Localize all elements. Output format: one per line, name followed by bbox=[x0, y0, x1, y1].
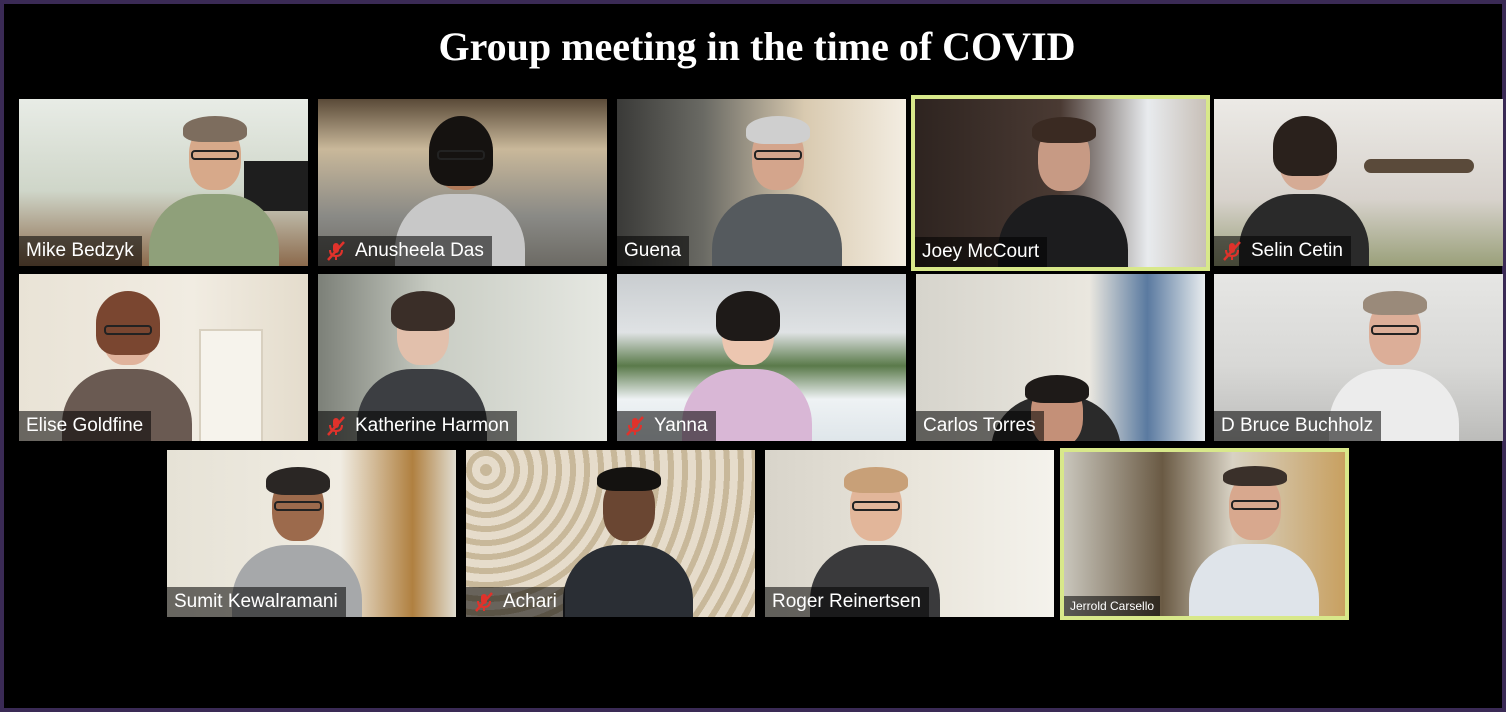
video-tile-guena[interactable]: Guena bbox=[617, 99, 906, 266]
participant-name: Anusheela Das bbox=[355, 240, 484, 261]
name-label: Elise Goldfine bbox=[19, 411, 152, 441]
name-label: Mike Bedzyk bbox=[19, 236, 142, 266]
participant-video bbox=[563, 467, 693, 617]
participant-name: Selin Cetin bbox=[1251, 240, 1343, 261]
video-tile-jerrold-carsello[interactable]: Jerrold Carsello bbox=[1060, 448, 1349, 620]
video-feed bbox=[1064, 452, 1345, 616]
name-label: Guena bbox=[617, 236, 690, 266]
muted-mic-icon bbox=[327, 241, 345, 261]
participant-video bbox=[149, 116, 279, 266]
participant-name: Mike Bedzyk bbox=[26, 240, 134, 261]
meeting-window: Group meeting in the time of COVID Mike … bbox=[0, 0, 1506, 712]
video-tile-elise-goldfine[interactable]: Elise Goldfine bbox=[19, 274, 308, 441]
name-label: Roger Reinertsen bbox=[765, 587, 929, 617]
video-tile-katherine-harmon[interactable]: Katherine Harmon bbox=[318, 274, 607, 441]
video-tile-roger-reinertsen[interactable]: Roger Reinertsen bbox=[765, 450, 1054, 617]
participant-name: Achari bbox=[503, 591, 557, 612]
name-label: D Bruce Buchholz bbox=[1214, 411, 1382, 441]
participant-video bbox=[712, 116, 842, 266]
participant-name: Roger Reinertsen bbox=[772, 591, 921, 612]
name-label: Joey McCourt bbox=[915, 237, 1048, 267]
name-label: Anusheela Das bbox=[318, 236, 492, 266]
muted-mic-icon bbox=[327, 416, 345, 436]
ceiling-fan bbox=[1364, 159, 1474, 173]
participant-name: D Bruce Buchholz bbox=[1221, 415, 1374, 436]
name-label: Selin Cetin bbox=[1214, 236, 1351, 266]
participant-name: Joey McCourt bbox=[922, 241, 1040, 262]
door bbox=[199, 329, 263, 441]
video-tile-joey-mccourt[interactable]: Joey McCourt bbox=[911, 95, 1210, 271]
name-label: Sumit Kewalramani bbox=[167, 587, 346, 617]
name-label: Katherine Harmon bbox=[318, 411, 518, 441]
video-tile-sumit-kewalramani[interactable]: Sumit Kewalramani bbox=[167, 450, 456, 617]
name-label: Achari bbox=[466, 587, 565, 617]
muted-mic-icon bbox=[626, 416, 644, 436]
meeting-title: Group meeting in the time of COVID bbox=[438, 24, 1076, 69]
participant-video bbox=[1189, 466, 1319, 616]
participant-name: Sumit Kewalramani bbox=[174, 591, 338, 612]
participant-name: Katherine Harmon bbox=[355, 415, 510, 436]
participant-name: Elise Goldfine bbox=[26, 415, 144, 436]
muted-mic-icon bbox=[1223, 241, 1241, 261]
name-label: Jerrold Carsello bbox=[1064, 596, 1161, 616]
participant-name: Yanna bbox=[654, 415, 708, 436]
participant-name: Guena bbox=[624, 240, 682, 261]
video-tile-d-bruce-buchholz[interactable]: D Bruce Buchholz bbox=[1214, 274, 1503, 441]
muted-mic-icon bbox=[475, 592, 493, 612]
video-tile-carlos-torres[interactable]: Carlos Torres bbox=[916, 274, 1205, 441]
video-tile-yanna[interactable]: Yanna bbox=[617, 274, 906, 441]
video-tile-mike-bedzyk[interactable]: Mike Bedzyk bbox=[19, 99, 308, 266]
video-tile-selin-cetin[interactable]: Selin Cetin bbox=[1214, 99, 1503, 266]
participant-name: Carlos Torres bbox=[923, 415, 1036, 436]
video-tile-achari[interactable]: Achari bbox=[466, 450, 755, 617]
participant-name: Jerrold Carsello bbox=[1070, 599, 1155, 613]
name-label: Carlos Torres bbox=[916, 411, 1044, 441]
name-label: Yanna bbox=[617, 411, 716, 441]
video-tile-anusheela-das[interactable]: Anusheela Das bbox=[318, 99, 607, 266]
